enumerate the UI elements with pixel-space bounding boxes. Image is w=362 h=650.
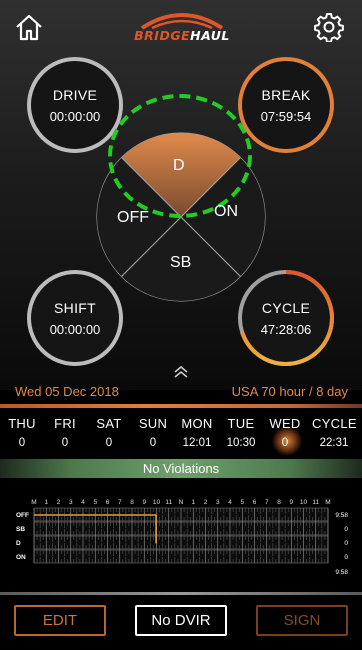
day-name: WED bbox=[269, 416, 301, 431]
day-wed[interactable]: WED 0 bbox=[263, 409, 307, 449]
hour-label: 6 bbox=[253, 499, 257, 506]
hour-label: 3 bbox=[216, 499, 220, 506]
day-value: 0 bbox=[105, 437, 113, 449]
hour-label: 8 bbox=[130, 499, 134, 506]
hour-label: M bbox=[325, 499, 330, 506]
day-value: 12:01 bbox=[182, 437, 212, 449]
hour-label: 2 bbox=[204, 499, 208, 506]
row-total: 9:58 bbox=[335, 512, 348, 519]
status-label-d: D bbox=[173, 157, 185, 174]
row-total: 0 bbox=[344, 526, 348, 533]
hour-label: 1 bbox=[44, 499, 48, 506]
day-name: TUE bbox=[227, 416, 255, 431]
hour-label: 11 bbox=[165, 499, 172, 506]
cycle-total: CYCLE 22:31 bbox=[312, 409, 357, 449]
shift-label: SHIFT bbox=[54, 299, 96, 316]
day-name: CYCLE bbox=[312, 416, 357, 431]
day-sun[interactable]: SUN 0 bbox=[131, 409, 175, 449]
edit-button[interactable]: EDIT bbox=[14, 605, 106, 636]
sign-button[interactable]: SIGN bbox=[256, 605, 348, 636]
day-value: 0 bbox=[149, 437, 157, 449]
row-total: 0 bbox=[344, 554, 348, 561]
logo-text-haul: HAUL bbox=[190, 28, 230, 43]
status-label-sb: SB bbox=[170, 254, 192, 271]
day-value: 10:30 bbox=[226, 437, 256, 449]
gear-icon[interactable] bbox=[314, 12, 344, 42]
hour-label: M bbox=[31, 499, 36, 506]
day-recap: THU 0 FRI 0 SAT 0 SUN 0 MON 12:01 TUE 10:30 WE… bbox=[0, 409, 362, 457]
drive-value: 00:00:00 bbox=[49, 108, 101, 124]
bridgehaul-logo: BRIDGEHAUL bbox=[132, 12, 232, 44]
hour-label: 6 bbox=[106, 499, 110, 506]
day-mon[interactable]: MON 12:01 bbox=[175, 409, 219, 449]
day-thu[interactable]: THU 0 bbox=[0, 409, 44, 449]
expand-up-chevron-icon[interactable] bbox=[172, 364, 190, 380]
day-value: 0 bbox=[281, 437, 289, 449]
current-date: Wed 05 Dec 2018 bbox=[15, 384, 119, 399]
shift-value: 00:00:00 bbox=[49, 321, 101, 337]
row-label: D bbox=[16, 540, 21, 547]
hour-label: 1 bbox=[191, 499, 195, 506]
day-name: THU bbox=[8, 416, 36, 431]
row-label: SB bbox=[16, 526, 25, 533]
no-dvir-button[interactable]: No DVIR bbox=[135, 605, 227, 636]
row-label: ON bbox=[16, 554, 26, 561]
hour-label: 8 bbox=[277, 499, 281, 506]
violations-banner: No Violations bbox=[0, 459, 362, 478]
cycle-progress-bar bbox=[0, 404, 362, 408]
hour-label: N bbox=[179, 499, 184, 506]
hour-label: 4 bbox=[81, 499, 85, 506]
break-label: BREAK bbox=[261, 86, 311, 103]
break-value: 07:59:54 bbox=[260, 108, 312, 124]
hour-label: 4 bbox=[228, 499, 232, 506]
divider bbox=[0, 592, 362, 595]
hour-label: 3 bbox=[69, 499, 73, 506]
hour-label: 5 bbox=[240, 499, 244, 506]
day-sat[interactable]: SAT 0 bbox=[87, 409, 131, 449]
hour-label: 5 bbox=[93, 499, 97, 506]
day-fri[interactable]: FRI 0 bbox=[43, 409, 87, 449]
day-name: MON bbox=[181, 416, 213, 431]
day-value: 22:31 bbox=[319, 437, 349, 449]
selection-ring bbox=[108, 94, 252, 218]
home-icon[interactable] bbox=[14, 12, 44, 42]
row-total: 0 bbox=[344, 540, 348, 547]
status-label-off: OFF bbox=[117, 209, 149, 226]
status-label-on: ON bbox=[214, 203, 238, 220]
day-name: SAT bbox=[96, 416, 122, 431]
hour-label: 7 bbox=[118, 499, 122, 506]
hos-rule: USA 70 hour / 8 day bbox=[231, 384, 348, 399]
grand-total: 9:58 bbox=[335, 569, 348, 576]
hour-label: 9 bbox=[142, 499, 146, 506]
logo-text-bridge: BRIDGE bbox=[134, 28, 191, 43]
hour-label: 9 bbox=[289, 499, 293, 506]
day-value: 0 bbox=[18, 437, 26, 449]
log-graph[interactable]: M 1 2 3 4 5 6 7 8 9 10 11 N 1 2 3 4 5 6 7 8 9 10 11 MOFF 9:58SB 0D… bbox=[0, 495, 362, 590]
day-name: SUN bbox=[138, 416, 168, 431]
drive-label: DRIVE bbox=[52, 86, 98, 103]
day-value: 0 bbox=[61, 437, 69, 449]
row-label: OFF bbox=[16, 512, 29, 519]
hour-label: 7 bbox=[265, 499, 269, 506]
hour-label: 10 bbox=[300, 499, 308, 506]
day-tue[interactable]: TUE 10:30 bbox=[219, 409, 263, 449]
day-name: FRI bbox=[54, 416, 76, 431]
hour-label: 10 bbox=[153, 499, 161, 506]
hour-label: 2 bbox=[57, 499, 61, 506]
hour-label: 11 bbox=[312, 499, 319, 506]
date-row: Wed 05 Dec 2018 USA 70 hour / 8 day bbox=[0, 381, 362, 403]
